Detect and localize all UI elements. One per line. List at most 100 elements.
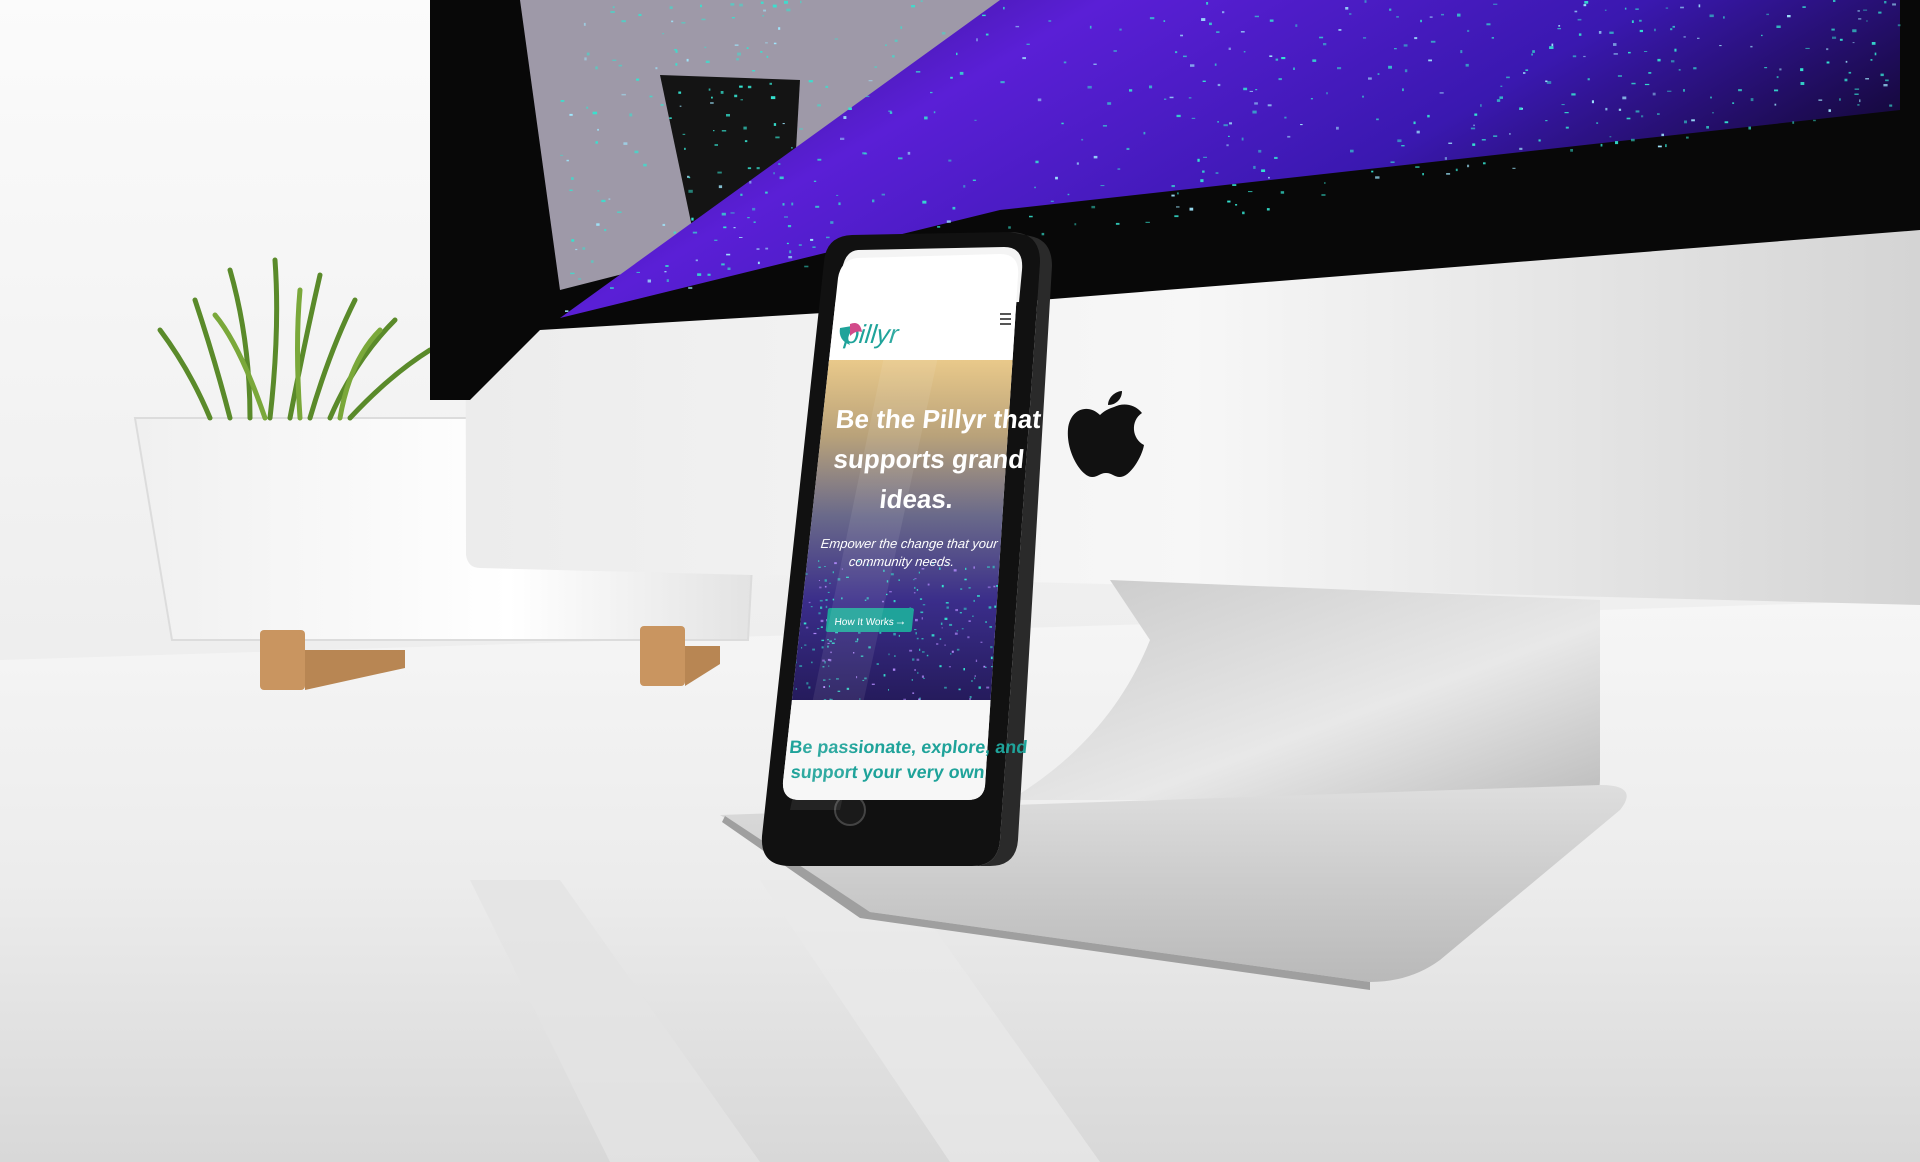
hero-star — [832, 571, 834, 574]
hero-star — [977, 595, 980, 597]
galaxy-star — [1684, 120, 1687, 124]
galaxy-star — [1035, 160, 1039, 164]
galaxy-star — [571, 177, 574, 180]
hamburger-menu-icon[interactable] — [1000, 313, 1011, 325]
galaxy-star — [1401, 145, 1405, 147]
hero-star — [980, 641, 983, 643]
galaxy-star — [749, 180, 752, 184]
galaxy-star — [1512, 167, 1516, 169]
galaxy-star — [941, 32, 946, 35]
galaxy-star — [707, 273, 711, 276]
galaxy-star — [1626, 117, 1631, 120]
galaxy-star — [1774, 103, 1777, 106]
galaxy-star — [1648, 72, 1652, 74]
hero-star — [820, 606, 823, 609]
hero-star — [922, 604, 926, 606]
galaxy-star — [1254, 15, 1259, 18]
galaxy-star — [1661, 133, 1664, 137]
hero-star — [824, 579, 827, 582]
galaxy-star — [1818, 99, 1823, 101]
galaxy-star — [721, 263, 725, 266]
galaxy-star — [1578, 33, 1582, 36]
galaxy-star — [726, 253, 731, 256]
hero-star — [940, 622, 943, 625]
galaxy-star — [1712, 112, 1714, 114]
galaxy-star — [1441, 13, 1444, 16]
galaxy-star — [1583, 4, 1587, 7]
galaxy-star — [1067, 193, 1070, 196]
galaxy-star — [684, 147, 686, 150]
galaxy-star — [956, 52, 958, 56]
galaxy-star — [686, 58, 689, 62]
galaxy-star — [596, 223, 600, 226]
galaxy-star — [739, 85, 743, 88]
galaxy-star — [1639, 29, 1643, 33]
hero-star — [893, 632, 896, 636]
galaxy-star — [1337, 67, 1342, 70]
galaxy-star — [688, 189, 693, 193]
galaxy-star — [812, 246, 816, 248]
galaxy-star — [843, 116, 847, 119]
galaxy-star — [760, 51, 763, 53]
galaxy-star — [1022, 57, 1026, 60]
galaxy-star — [765, 191, 768, 194]
wood-block — [640, 626, 685, 686]
galaxy-star — [1884, 1, 1887, 4]
galaxy-star — [734, 94, 738, 98]
galaxy-star — [1189, 207, 1194, 211]
galaxy-star — [1349, 13, 1352, 15]
galaxy-star — [762, 15, 765, 17]
galaxy-star — [666, 279, 669, 282]
galaxy-star — [1100, 185, 1105, 187]
galaxy-star — [1063, 61, 1067, 64]
hero-star — [967, 636, 970, 639]
galaxy-star — [888, 110, 892, 112]
galaxy-star — [1826, 48, 1829, 51]
galaxy-star — [1470, 127, 1476, 130]
galaxy-star — [647, 279, 651, 283]
hero-star — [919, 598, 923, 600]
galaxy-star — [1766, 13, 1769, 16]
galaxy-star — [730, 3, 735, 6]
galaxy-star — [1076, 162, 1079, 165]
galaxy-star — [1570, 149, 1573, 152]
galaxy-star — [1605, 107, 1608, 111]
hero-star — [812, 648, 815, 651]
hero-star — [916, 658, 920, 661]
galaxy-star — [1839, 98, 1841, 101]
galaxy-star — [714, 239, 718, 241]
hero-star — [876, 663, 879, 665]
galaxy-star — [612, 6, 615, 9]
galaxy-star — [739, 3, 743, 7]
galaxy-star — [775, 136, 780, 139]
galaxy-star — [1222, 11, 1225, 14]
galaxy-star — [1087, 85, 1092, 89]
galaxy-star — [733, 227, 736, 229]
galaxy-star — [1572, 55, 1577, 58]
galaxy-star — [1613, 43, 1617, 46]
galaxy-star — [1672, 25, 1675, 28]
galaxy-star — [1163, 20, 1166, 22]
galaxy-star — [1866, 20, 1868, 22]
galaxy-star — [982, 14, 986, 17]
galaxy-star — [1206, 2, 1209, 5]
hero-star — [944, 617, 948, 620]
hero-star — [888, 653, 890, 656]
galaxy-star — [840, 137, 845, 140]
galaxy-star — [1300, 124, 1303, 126]
hero-star — [898, 634, 900, 637]
galaxy-star — [1102, 125, 1107, 127]
galaxy-star — [560, 100, 565, 102]
galaxy-star — [1545, 80, 1548, 83]
galaxy-star — [1427, 114, 1430, 118]
hero-star — [808, 601, 811, 604]
galaxy-star — [1551, 43, 1554, 47]
galaxy-star — [798, 244, 802, 246]
galaxy-star — [1800, 82, 1805, 85]
galaxy-star — [1261, 169, 1266, 172]
hero-star — [941, 627, 943, 629]
galaxy-star — [610, 287, 614, 289]
galaxy-star — [1215, 172, 1219, 174]
hero-star — [948, 666, 951, 668]
hero-star — [931, 634, 935, 637]
